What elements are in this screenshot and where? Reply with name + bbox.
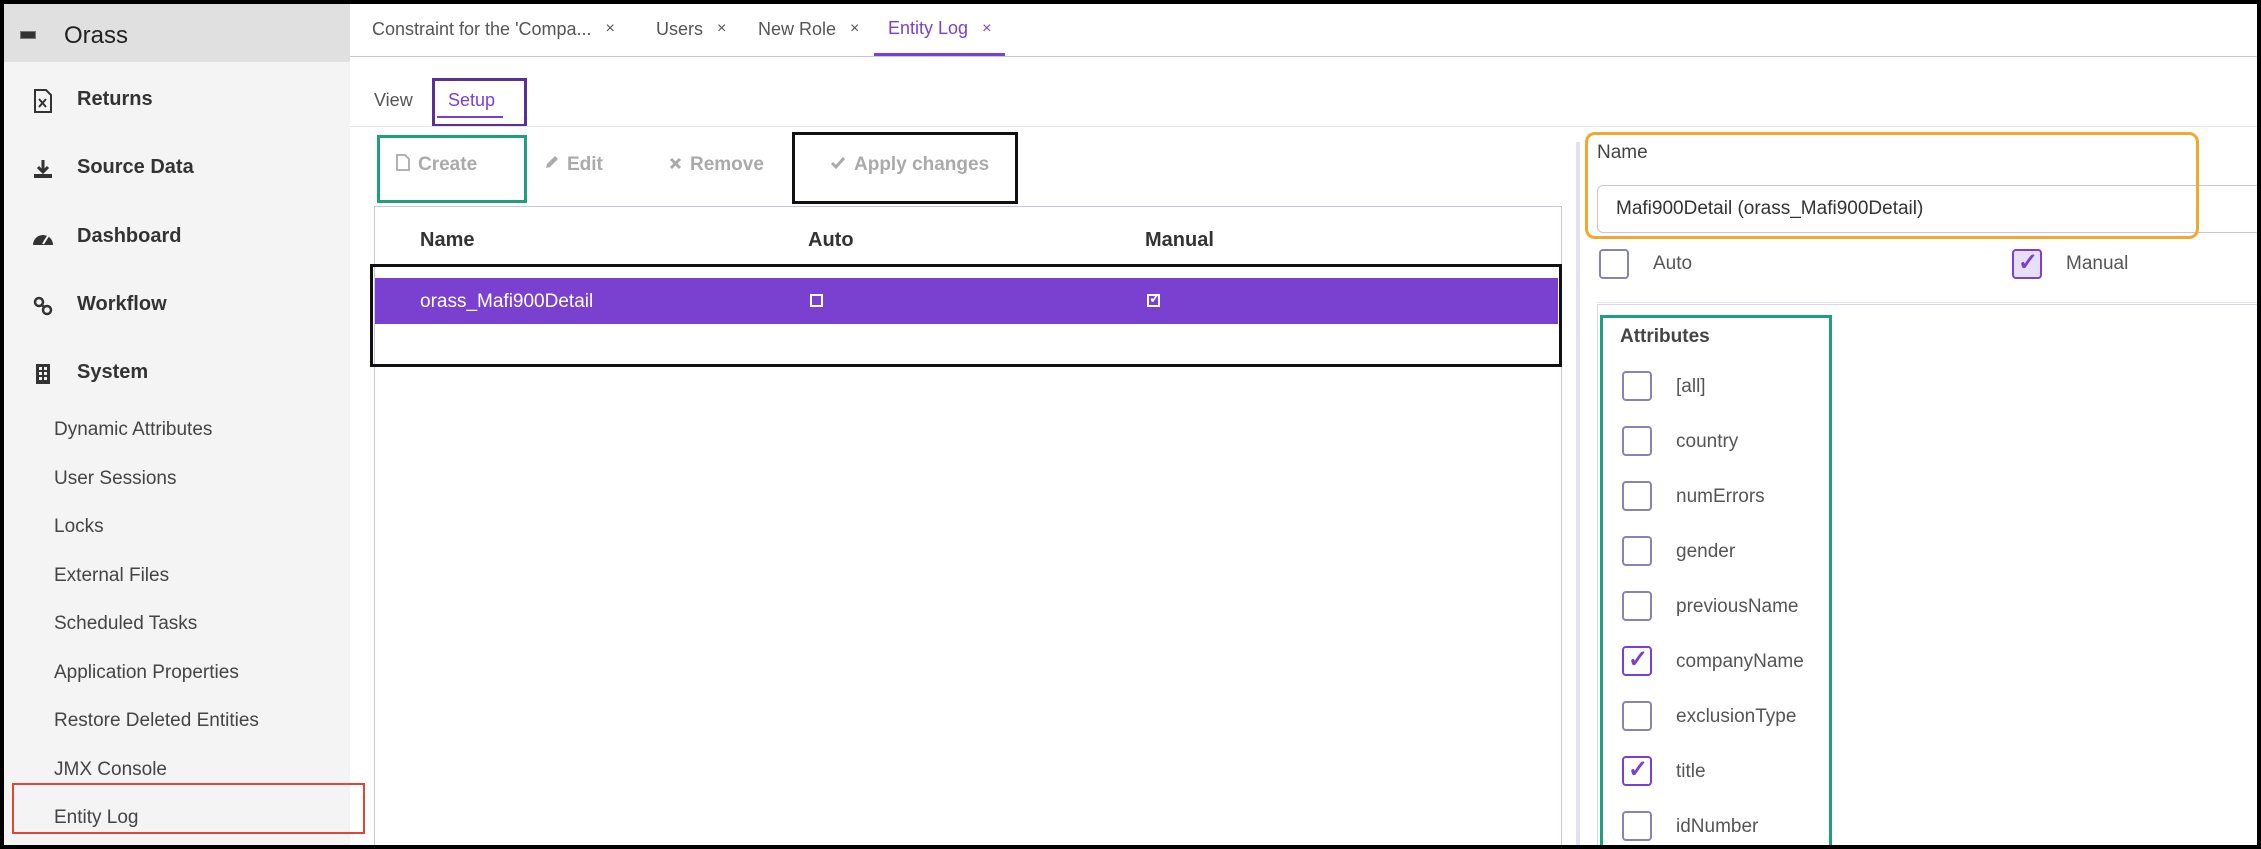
edit-label: Edit (567, 154, 603, 175)
sidebar: Orass Returns Source Data Dashboard Work… (4, 4, 350, 845)
sidebar-subitem-locks[interactable]: Locks (4, 504, 350, 550)
panel-splitter[interactable] (1576, 142, 1580, 845)
edit-button[interactable]: Edit (544, 154, 603, 176)
tab-bar: Constraint for the 'Compa... × Users × N… (350, 4, 2257, 57)
download-icon (30, 156, 56, 182)
sidebar-item-label: Workflow (77, 293, 167, 315)
close-icon[interactable]: × (982, 20, 991, 38)
sidebar-item-label: Returns (77, 88, 153, 110)
sidebar-item-label: Source Data (77, 156, 194, 178)
workflow-link-icon (30, 293, 56, 319)
x-icon (669, 155, 682, 175)
auto-checkbox[interactable] (1599, 249, 1629, 279)
tab-label: Users (656, 18, 704, 39)
sidebar-subitem-application-properties[interactable]: Application Properties (4, 650, 350, 696)
close-icon[interactable]: × (606, 20, 615, 38)
highlight-selected-row (370, 264, 1562, 367)
sidebar-item-returns[interactable]: Returns (4, 72, 350, 128)
tab-label: Constraint for the 'Compa... (372, 18, 592, 39)
subtab-view[interactable]: View (374, 90, 413, 111)
tab-entity-log[interactable]: Entity Log × (874, 4, 1006, 56)
tab-label: Entity Log (888, 18, 969, 38)
sidebar-item-label: System (77, 361, 149, 383)
sidebar-subitem-label: Dynamic Attributes (54, 419, 213, 440)
app-logo-icon (20, 31, 36, 39)
tab-label: New Role (758, 18, 837, 39)
sidebar-subitem-label: JMX Console (54, 759, 167, 780)
sidebar-item-source-data[interactable]: Source Data (4, 140, 350, 196)
building-icon (30, 361, 56, 387)
tab-new-role[interactable]: New Role × (758, 4, 859, 54)
manual-checkbox[interactable] (2012, 248, 2042, 279)
highlight-create-button (377, 135, 527, 203)
tab-users[interactable]: Users × (656, 4, 726, 54)
column-header-auto[interactable]: Auto (808, 229, 854, 252)
sidebar-subitem-label: Application Properties (54, 662, 239, 683)
remove-button[interactable]: Remove (669, 154, 764, 176)
pencil-icon (544, 155, 559, 175)
sidebar-subitem-user-sessions[interactable]: User Sessions (4, 456, 350, 502)
close-icon[interactable]: × (717, 20, 726, 38)
sidebar-subitem-restore-deleted-entities[interactable]: Restore Deleted Entities (4, 698, 350, 744)
close-icon[interactable]: × (850, 20, 859, 38)
sidebar-item-system[interactable]: System (4, 345, 350, 401)
sidebar-subitem-scheduled-tasks[interactable]: Scheduled Tasks (4, 601, 350, 647)
sidebar-item-dashboard[interactable]: Dashboard (4, 209, 350, 265)
app-header: Orass (4, 4, 350, 62)
highlight-entity-log (12, 783, 365, 834)
highlight-attributes (1600, 315, 1832, 845)
tab-constraint[interactable]: Constraint for the 'Compa... × (372, 4, 615, 54)
column-header-manual[interactable]: Manual (1145, 229, 1214, 252)
highlight-setup-tab (432, 78, 527, 127)
sidebar-subitem-label: External Files (54, 565, 170, 586)
sidebar-item-label: Dashboard (77, 225, 182, 247)
divider (1597, 302, 2257, 303)
sidebar-subitem-label: Locks (54, 516, 104, 537)
app-window: Orass Returns Source Data Dashboard Work… (0, 0, 2261, 849)
sidebar-subitem-external-files[interactable]: External Files (4, 553, 350, 599)
excel-file-icon (30, 88, 56, 114)
highlight-apply-button (792, 132, 1018, 204)
sidebar-item-workflow[interactable]: Workflow (4, 277, 350, 333)
sidebar-subitem-label: User Sessions (54, 468, 177, 489)
divider (350, 126, 2257, 127)
column-header-name[interactable]: Name (420, 229, 474, 252)
remove-label: Remove (690, 154, 764, 175)
sidebar-subitem-label: Scheduled Tasks (54, 613, 198, 634)
highlight-name-field (1585, 132, 2199, 239)
auto-checkbox-label: Auto (1653, 253, 1693, 274)
app-title: Orass (64, 22, 129, 49)
sidebar-subitem-dynamic-attributes[interactable]: Dynamic Attributes (4, 407, 350, 453)
manual-checkbox-label: Manual (2066, 253, 2129, 274)
sidebar-subitem-label: Restore Deleted Entities (54, 710, 259, 731)
dashboard-gauge-icon (30, 225, 56, 251)
